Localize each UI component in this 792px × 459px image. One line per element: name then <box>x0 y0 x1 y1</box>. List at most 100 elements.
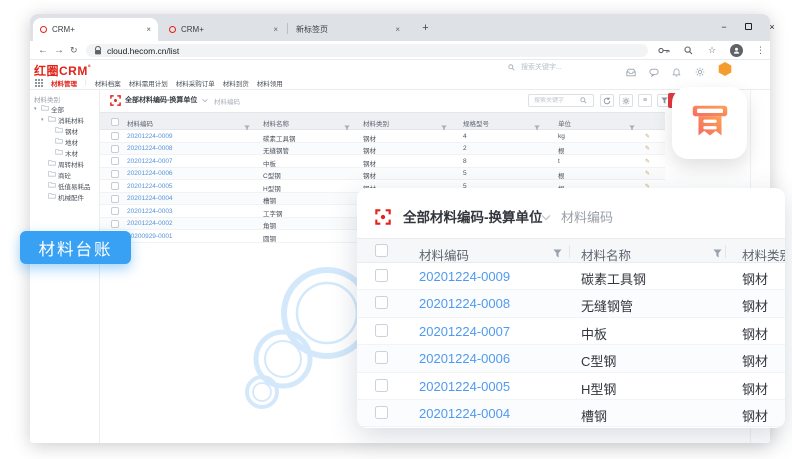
material-code-link[interactable]: 20201224-0006 <box>419 351 510 366</box>
row-checkbox[interactable] <box>111 182 119 190</box>
material-code-link[interactable]: 20201224-0007 <box>419 324 510 339</box>
menu-item[interactable]: 材料需用计划 <box>129 78 168 88</box>
select-all-checkbox[interactable] <box>375 244 388 257</box>
filter-funnel-icon[interactable] <box>344 119 350 126</box>
browser-tab-2[interactable]: CRM+ × <box>162 18 285 41</box>
filter-funnel-icon[interactable] <box>244 119 250 126</box>
column-header[interactable]: 材料类别 <box>363 118 389 128</box>
close-tab-icon[interactable]: × <box>273 25 278 34</box>
reload-icon[interactable]: ↻ <box>70 41 78 60</box>
row-checkbox[interactable] <box>375 379 388 392</box>
new-tab-button[interactable]: + <box>418 20 433 35</box>
list-search-input[interactable] <box>532 97 580 105</box>
browser-menu-icon[interactable]: ⋮ <box>756 41 765 60</box>
row-checkbox[interactable] <box>375 351 388 364</box>
bookmark-star-icon[interactable]: ☆ <box>708 41 716 60</box>
tree-item[interactable]: 钢材 <box>30 125 99 136</box>
edit-pencil-icon[interactable]: ✎ <box>645 158 650 165</box>
list-search[interactable] <box>528 94 594 107</box>
bell-icon[interactable] <box>672 64 682 74</box>
list-view-button[interactable]: ≡ <box>638 94 652 107</box>
row-checkbox[interactable] <box>375 324 388 337</box>
menu-item[interactable]: 材料领用 <box>257 78 283 88</box>
select-all-checkbox[interactable] <box>111 118 119 126</box>
material-code-link[interactable]: 20201224-0008 <box>127 145 173 152</box>
browser-tab-1[interactable]: CRM+ × <box>33 18 158 41</box>
filter-funnel-icon[interactable] <box>441 119 447 126</box>
chevron-down-icon[interactable]: ▾ <box>34 106 39 112</box>
minimize-button[interactable]: − <box>712 14 736 39</box>
card-view-title[interactable]: 全部材料编码-换算单位 <box>403 206 543 226</box>
row-checkbox[interactable] <box>111 195 119 203</box>
card-table-row[interactable]: 20201224-0006C型钢钢材 <box>357 345 785 372</box>
material-code-link[interactable]: 20201224-0005 <box>419 379 510 394</box>
material-code-link[interactable]: 20201224-0002 <box>127 220 173 227</box>
row-checkbox[interactable] <box>375 296 388 309</box>
apps-grid-icon[interactable] <box>35 79 43 87</box>
settings-button[interactable] <box>619 94 633 107</box>
maximize-button[interactable] <box>736 14 760 39</box>
row-checkbox[interactable] <box>111 170 119 178</box>
column-header[interactable]: 材料编码 <box>419 245 469 264</box>
tree-item[interactable]: 低值易耗品 <box>30 180 99 191</box>
zoom-icon[interactable] <box>684 41 693 60</box>
close-window-button[interactable]: × <box>760 14 784 39</box>
gear-icon[interactable] <box>695 64 705 74</box>
global-search[interactable] <box>508 63 599 72</box>
row-checkbox[interactable] <box>111 145 119 153</box>
menu-item[interactable]: 材料到货 <box>223 78 249 88</box>
menu-item[interactable]: 材料档案 <box>95 78 121 88</box>
row-checkbox[interactable] <box>111 220 119 228</box>
close-tab-icon[interactable]: × <box>146 25 151 34</box>
inbox-icon[interactable] <box>626 64 636 74</box>
collapse-corners-icon[interactable] <box>110 95 121 106</box>
column-header[interactable]: 材料名称 <box>263 118 289 128</box>
filter-funnel-icon[interactable] <box>629 119 635 126</box>
table-row[interactable]: 20201224-0006C型钢钢材5根✎ <box>100 168 665 181</box>
filter-funnel-icon[interactable] <box>534 119 540 126</box>
address-bar[interactable]: cloud.hecom.cn/list <box>86 44 648 57</box>
table-row[interactable]: 20201224-0007中板钢材8t✎ <box>100 155 665 168</box>
material-code-link[interactable]: 20200929-0001 <box>127 233 173 240</box>
material-code-link[interactable]: 20201224-0007 <box>127 158 173 165</box>
tree-item[interactable]: ▾全部 <box>30 103 99 114</box>
tree-item[interactable]: 地材 <box>30 136 99 147</box>
user-avatar-hexagon[interactable] <box>718 62 732 76</box>
collapse-corners-icon[interactable] <box>375 209 391 225</box>
menu-item-active[interactable]: 材料管理 <box>51 78 77 88</box>
profile-avatar[interactable] <box>730 44 743 57</box>
material-code-link[interactable]: 20201224-0008 <box>419 296 510 311</box>
row-checkbox[interactable] <box>111 207 119 215</box>
browser-tab-3[interactable]: 新标签页 × <box>289 18 407 41</box>
global-search-input[interactable] <box>519 63 599 72</box>
material-code-link[interactable]: 20201224-0005 <box>127 183 173 190</box>
material-code-link[interactable]: 20201224-0004 <box>419 406 510 421</box>
filter-funnel-icon[interactable] <box>713 246 722 256</box>
refresh-button[interactable] <box>600 94 614 107</box>
view-title[interactable]: 全部材料编码-换算单位 <box>125 95 197 105</box>
card-table-row[interactable]: 20201224-0007中板钢材 <box>357 318 785 345</box>
chevron-down-icon[interactable]: ▾ <box>41 117 46 123</box>
edit-pencil-icon[interactable]: ✎ <box>645 145 650 152</box>
table-row[interactable]: 20201224-0009碳素工具钢钢材4kg✎ <box>100 130 665 143</box>
column-header[interactable]: 规格型号 <box>463 118 489 128</box>
key-icon[interactable] <box>658 41 670 60</box>
row-checkbox[interactable] <box>111 132 119 140</box>
close-tab-icon[interactable]: × <box>395 25 400 34</box>
row-checkbox[interactable] <box>375 269 388 282</box>
card-table-row[interactable]: 20201224-0004槽钢钢材 <box>357 400 785 427</box>
tree-item[interactable]: 机械配件 <box>30 191 99 202</box>
card-table-row[interactable]: 20201224-0009碳素工具钢钢材 <box>357 263 785 290</box>
column-header[interactable]: 材料编码 <box>127 118 153 128</box>
card-table-row[interactable]: 20201224-0005H型钢钢材 <box>357 373 785 400</box>
tree-item[interactable]: 周转材料 <box>30 158 99 169</box>
column-header[interactable]: 材料名称 <box>581 245 631 264</box>
tree-item[interactable]: 商砼 <box>30 169 99 180</box>
tree-item[interactable]: 木材 <box>30 147 99 158</box>
menu-item[interactable]: 材料采购订单 <box>176 78 215 88</box>
edit-pencil-icon[interactable]: ✎ <box>645 170 650 177</box>
column-header[interactable]: 材料类别 <box>742 245 785 264</box>
material-code-link[interactable]: 20201224-0009 <box>419 269 510 284</box>
forward-icon[interactable]: → <box>54 41 64 60</box>
row-checkbox[interactable] <box>375 406 388 419</box>
